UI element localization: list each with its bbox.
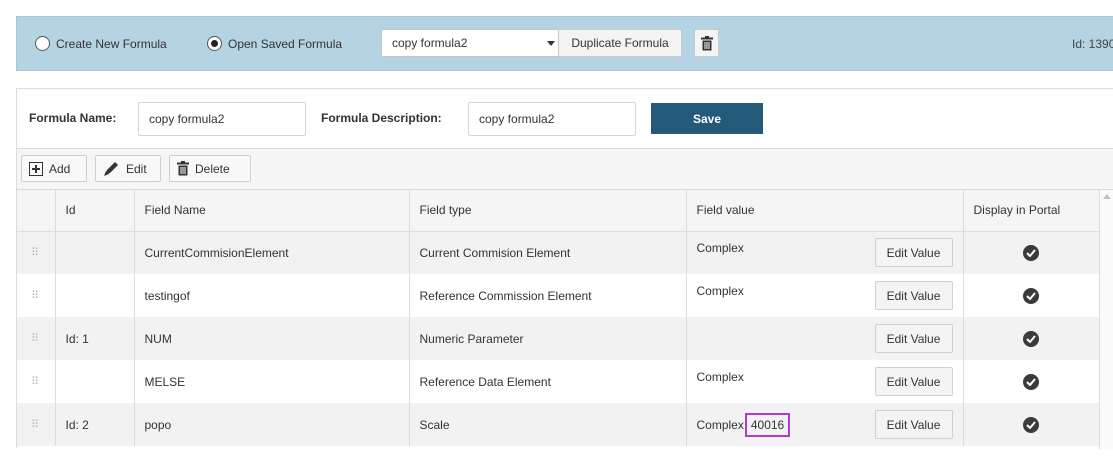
trash-icon: [177, 161, 189, 176]
cell-field-name: popo: [134, 403, 410, 446]
formula-editor-page: Create New Formula Open Saved Formula co…: [0, 0, 1113, 472]
drag-handle-icon[interactable]: ⠿: [17, 360, 56, 403]
cell-field-type: Current Commision Element: [409, 231, 687, 274]
open-saved-label: Open Saved Formula: [228, 36, 343, 51]
column-header-display-in-portal[interactable]: Display in Portal: [963, 190, 1100, 232]
edit-value-button[interactable]: Edit Value: [874, 367, 953, 396]
cell-id: Id: 2: [55, 403, 135, 446]
edit-value-button[interactable]: Edit Value: [874, 238, 953, 268]
formula-description-input[interactable]: copy formula2: [468, 102, 636, 136]
field-value-text: Complex: [696, 369, 744, 384]
cell-display-in-portal: [963, 231, 1100, 274]
formula-name-input[interactable]: copy formula2: [138, 102, 306, 136]
checkmark-icon[interactable]: [1023, 244, 1039, 261]
add-icon: [29, 161, 43, 176]
cell-id: [55, 360, 135, 403]
save-button-label: Save: [692, 111, 722, 126]
cell-display-in-portal: [963, 317, 1100, 360]
cell-field-type: Scale: [409, 403, 687, 446]
checkmark-icon[interactable]: [1023, 330, 1039, 347]
cell-field-value: Complex Edit Value: [686, 274, 964, 317]
edit-value-button[interactable]: Edit Value: [874, 324, 953, 353]
edit-value-button[interactable]: Edit Value: [874, 281, 953, 310]
cell-field-name: CurrentCommisionElement: [134, 231, 410, 274]
cell-display-in-portal: [963, 360, 1100, 403]
saved-formula-select[interactable]: copy formula2: [381, 29, 568, 57]
table-row[interactable]: ⠿ Id: 2 popo Scale Complex 40016 Edit Va…: [17, 403, 1100, 446]
cell-field-type: Reference Data Element: [409, 360, 687, 403]
formula-name-value: copy formula2: [149, 112, 225, 126]
drag-handle-icon[interactable]: ⠿: [17, 403, 56, 446]
cell-id: [55, 231, 135, 274]
open-saved-formula-option[interactable]: Open Saved Formula: [207, 36, 342, 51]
table-header-row: Id Field Name Field type Field value Dis…: [17, 190, 1100, 232]
table-row[interactable]: ⠿ testingof Reference Commission Element…: [17, 274, 1100, 317]
delete-formula-button[interactable]: [694, 29, 719, 57]
delete-button[interactable]: Delete: [169, 155, 251, 182]
cell-field-value: Complex Edit Value: [686, 360, 964, 403]
cell-field-value: Edit Value: [686, 317, 964, 360]
add-button-label: Add: [49, 161, 71, 176]
create-new-radio[interactable]: [35, 36, 50, 51]
drag-column-header: [17, 190, 56, 232]
column-header-field-name[interactable]: Field Name: [134, 190, 410, 232]
cell-field-type: Numeric Parameter: [409, 317, 687, 360]
field-value-text: Complex: [696, 240, 744, 255]
edit-button[interactable]: Edit: [95, 155, 161, 182]
create-new-label: Create New Formula: [56, 36, 167, 51]
chevron-down-icon: [547, 41, 555, 46]
highlighted-value: 40016: [744, 412, 791, 437]
drag-handle-icon[interactable]: ⠿: [17, 231, 56, 274]
table-row[interactable]: ⠿ MELSE Reference Data Element Complex E…: [17, 360, 1100, 403]
scroll-up-arrow-icon[interactable]: [1103, 194, 1111, 199]
fields-table: Id Field Name Field type Field value Dis…: [17, 190, 1100, 446]
cell-display-in-portal: [963, 274, 1100, 317]
fields-grid: Add Edit Delete Id Field Name Field type…: [17, 148, 1113, 449]
field-value-text: Complex: [696, 417, 744, 432]
checkmark-icon[interactable]: [1023, 287, 1039, 304]
cell-field-name: NUM: [134, 317, 410, 360]
checkmark-icon[interactable]: [1023, 416, 1039, 433]
duplicate-formula-button[interactable]: Duplicate Formula: [558, 29, 682, 57]
formula-description-value: copy formula2: [479, 112, 555, 126]
drag-handle-icon[interactable]: ⠿: [17, 317, 56, 360]
field-value-text: Complex: [696, 283, 744, 298]
checkmark-icon[interactable]: [1023, 373, 1039, 390]
add-button[interactable]: Add: [21, 155, 87, 182]
cell-id: [55, 274, 135, 317]
delete-button-label: Delete: [195, 161, 230, 176]
formula-mode-bar: Create New Formula Open Saved Formula co…: [16, 16, 1113, 71]
grid-toolbar: Add Edit Delete: [17, 149, 1113, 190]
duplicate-formula-label: Duplicate Formula: [571, 36, 669, 50]
column-header-field-type[interactable]: Field type: [409, 190, 687, 232]
cell-field-type: Reference Commission Element: [409, 274, 687, 317]
table-row[interactable]: ⠿ CurrentCommisionElement Current Commis…: [17, 231, 1100, 274]
open-saved-radio[interactable]: [207, 36, 222, 51]
trash-icon: [700, 35, 713, 50]
create-new-formula-option[interactable]: Create New Formula: [35, 36, 167, 51]
column-header-id[interactable]: Id: [55, 190, 135, 232]
cell-field-value: Complex 40016 Edit Value: [686, 403, 964, 446]
save-button[interactable]: Save: [651, 103, 763, 134]
edit-value-button[interactable]: Edit Value: [874, 410, 953, 439]
cell-field-name: testingof: [134, 274, 410, 317]
saved-formula-select-value: copy formula2: [392, 36, 468, 50]
formula-id-text: Id: 13904: [1072, 37, 1113, 51]
cell-display-in-portal: [963, 403, 1100, 446]
edit-button-label: Edit: [126, 161, 147, 176]
cell-id: Id: 1: [55, 317, 135, 360]
formula-name-label: Formula Name:: [29, 111, 117, 125]
cell-field-value: Complex Edit Value: [686, 231, 964, 274]
formula-description-label: Formula Description:: [321, 111, 442, 125]
column-header-field-value[interactable]: Field value: [686, 190, 964, 232]
vertical-scrollbar[interactable]: [1099, 190, 1113, 449]
cell-field-name: MELSE: [134, 360, 410, 403]
drag-handle-icon[interactable]: ⠿: [17, 274, 56, 317]
table-row[interactable]: ⠿ Id: 1 NUM Numeric Parameter Edit Value: [17, 317, 1100, 360]
pencil-icon: [104, 161, 118, 176]
